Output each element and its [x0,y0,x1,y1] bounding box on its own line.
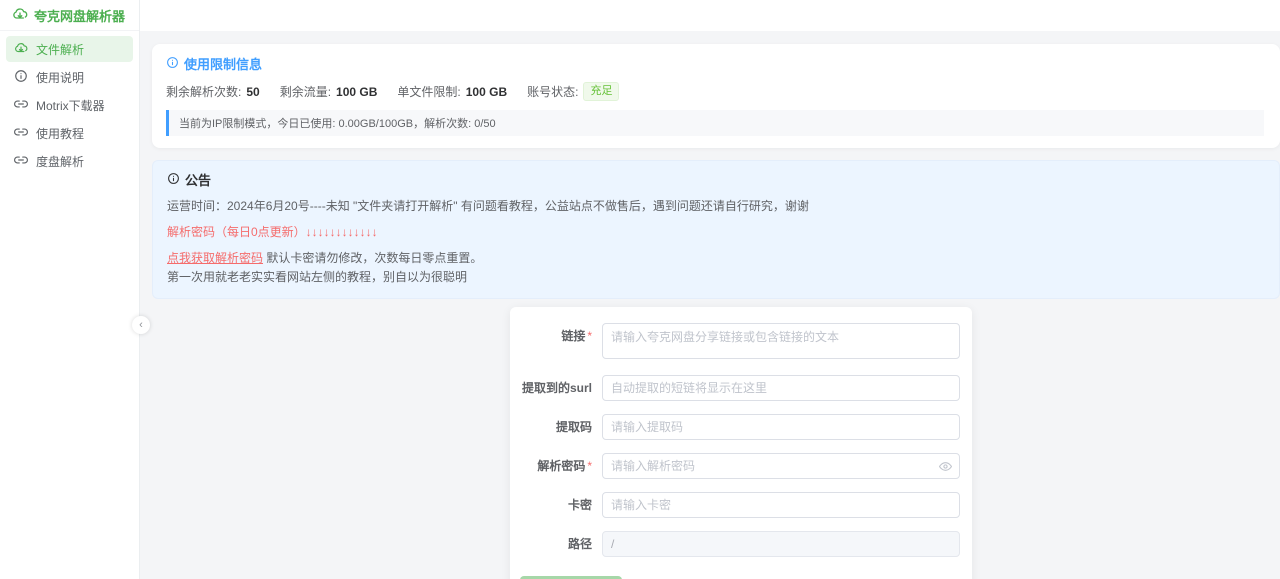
usage-limit-card: 使用限制信息 剩余解析次数: 50 剩余流量: 100 GB 单文件限制: 10… [152,44,1280,148]
announcement-title-text: 公告 [185,170,211,189]
link-label: 链接* [518,323,602,349]
sidebar-item-label: Motrix下载器 [36,97,105,114]
stat-single-file-limit: 单文件限制: 100 GB [397,83,507,100]
path-field-wrap [602,531,960,557]
path-input [602,531,960,557]
path-label: 路径 [518,531,602,557]
link-field-row: 链接* [518,323,960,362]
parse-password-field-wrap [602,453,960,479]
sidebar-item-dupan[interactable]: 度盘解析 [6,148,133,174]
sidebar: 夸克网盘解析器 文件解析 使用说明 [0,0,140,579]
sidebar-item-label: 使用说明 [36,69,84,86]
sidebar-item-tutorial[interactable]: 使用教程 [6,120,133,146]
parse-password-label: 解析密码* [518,453,602,479]
content: 使用限制信息 剩余解析次数: 50 剩余流量: 100 GB 单文件限制: 10… [140,31,1280,579]
usage-title-text: 使用限制信息 [184,54,262,73]
stat-label: 剩余解析次数: [166,83,241,100]
announcement-line-4: 第一次用就老老实实看网站左侧的教程，别自以为很聪明 [167,270,467,284]
stat-label: 剩余流量: [280,83,331,100]
info-circle-icon [167,172,180,188]
sidebar-item-label: 文件解析 [36,41,84,58]
stat-remaining-parses: 剩余解析次数: 50 [166,83,260,100]
link-icon [14,153,28,170]
stat-label: 单文件限制: [397,83,460,100]
card-key-field-wrap [602,492,960,518]
sidebar-item-motrix[interactable]: Motrix下载器 [6,92,133,118]
info-circle-icon [14,69,28,86]
top-bar [140,0,1280,31]
extract-code-field-wrap [602,414,960,440]
surl-field-wrap [602,375,960,401]
status-badge: 充足 [583,82,619,101]
eye-icon[interactable] [939,453,952,479]
extract-code-field-row: 提取码 [518,414,960,440]
extract-code-label: 提取码 [518,414,602,440]
announcement-link-line: 点我获取解析密码 默认卡密请勿修改，次数每日零点重置。 第一次用就老老实实看网站… [167,249,1263,286]
parse-password-field-row: 解析密码* [518,453,960,479]
info-circle-icon [166,56,179,72]
announcement-card: 公告 运营时间：2024年6月20号----未知 "文件夹请打开解析" 有问题看… [152,160,1280,299]
sidebar-item-file-parse[interactable]: 文件解析 [6,36,133,62]
cloud-download-icon [12,6,28,25]
surl-input[interactable] [602,375,960,401]
card-key-field-row: 卡密 [518,492,960,518]
announcement-password-line: 解析密码（每日0点更新）↓↓↓↓↓↓↓↓↓↓↓↓ [167,223,1263,240]
chevron-left-icon: ‹ [139,320,143,331]
sidebar-collapse-toggle[interactable]: ‹ [132,316,150,334]
usage-card-title: 使用限制信息 [166,54,1264,73]
sidebar-item-label: 使用教程 [36,125,84,142]
link-textarea[interactable] [602,323,960,359]
path-field-row: 路径 [518,531,960,557]
parse-password-input[interactable] [602,453,960,479]
announcement-title: 公告 [167,170,1263,189]
sidebar-menu: 文件解析 使用说明 Motrix下载器 [0,31,139,181]
stat-value: 50 [246,85,259,99]
announcement-link-suffix: 默认卡密请勿修改，次数每日零点重置。 [263,251,482,265]
main-area: 使用限制信息 剩余解析次数: 50 剩余流量: 100 GB 单文件限制: 10… [140,0,1280,579]
stat-account-status: 账号状态: 充足 [527,82,619,101]
extract-code-input[interactable] [602,414,960,440]
ip-limit-note: 当前为IP限制模式，今日已使用: 0.00GB/100GB，解析次数: 0/50 [166,110,1264,136]
app-logo: 夸克网盘解析器 [0,0,139,31]
card-key-label: 卡密 [518,492,602,518]
required-asterisk: * [587,459,592,473]
surl-label: 提取到的surl [518,375,602,401]
field-label-text: 解析密码 [537,459,585,473]
sidebar-item-label: 度盘解析 [36,153,84,170]
card-key-input[interactable] [602,492,960,518]
parse-form-card: 链接* 提取到的surl 提取码 [510,307,972,579]
link-icon [14,125,28,142]
surl-field-row: 提取到的surl [518,375,960,401]
get-password-link[interactable]: 点我获取解析密码 [167,251,263,265]
stat-remaining-traffic: 剩余流量: 100 GB [280,83,378,100]
sidebar-item-instructions[interactable]: 使用说明 [6,64,133,90]
field-label-text: 链接 [561,329,585,343]
app-window: 夸克网盘解析器 文件解析 使用说明 [0,0,1280,579]
stat-value: 100 GB [336,85,377,99]
link-icon [14,97,28,114]
cloud-download-icon [14,41,28,58]
link-field-wrap [602,323,960,362]
usage-stats-row: 剩余解析次数: 50 剩余流量: 100 GB 单文件限制: 100 GB 账号… [166,82,1264,101]
app-title: 夸克网盘解析器 [34,6,125,25]
stat-value: 100 GB [466,85,507,99]
stat-label: 账号状态: [527,83,578,100]
required-asterisk: * [587,329,592,343]
announcement-line-1: 运营时间：2024年6月20号----未知 "文件夹请打开解析" 有问题看教程，… [167,197,1263,214]
